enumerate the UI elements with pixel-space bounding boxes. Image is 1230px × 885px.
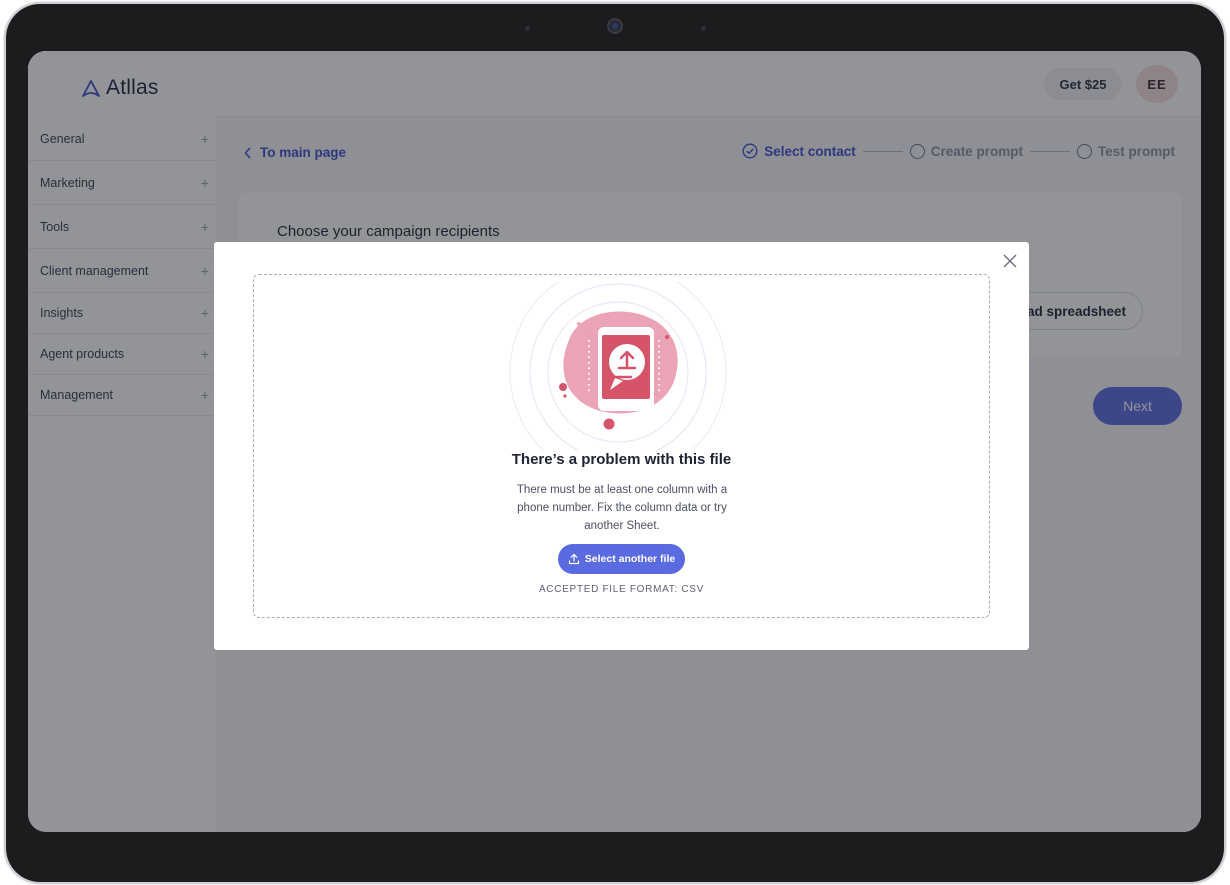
select-another-file-button[interactable]: Select another file [558,544,685,574]
upload-error-illustration [509,282,727,450]
app-screen: Atllas General + Marketing + Tools + Client… [28,51,1201,832]
close-icon[interactable] [1001,252,1019,270]
upload-icon [568,553,579,565]
sensor-dot [525,26,530,31]
front-camera [607,18,623,34]
sensor-dot [701,26,706,31]
error-title: There’s a problem with this file [511,451,732,468]
error-message: There must be at least one column with a… [516,484,728,532]
tablet-frame: Atllas General + Marketing + Tools + Client… [6,4,1224,882]
file-error-modal: There’s a problem with this file There m… [214,242,1029,650]
select-another-file-label: Select another file [584,553,676,565]
file-dropzone[interactable]: There’s a problem with this file There m… [253,274,990,618]
accepted-format-note: ACCEPTED FILE FORMAT: CSV [538,584,705,595]
